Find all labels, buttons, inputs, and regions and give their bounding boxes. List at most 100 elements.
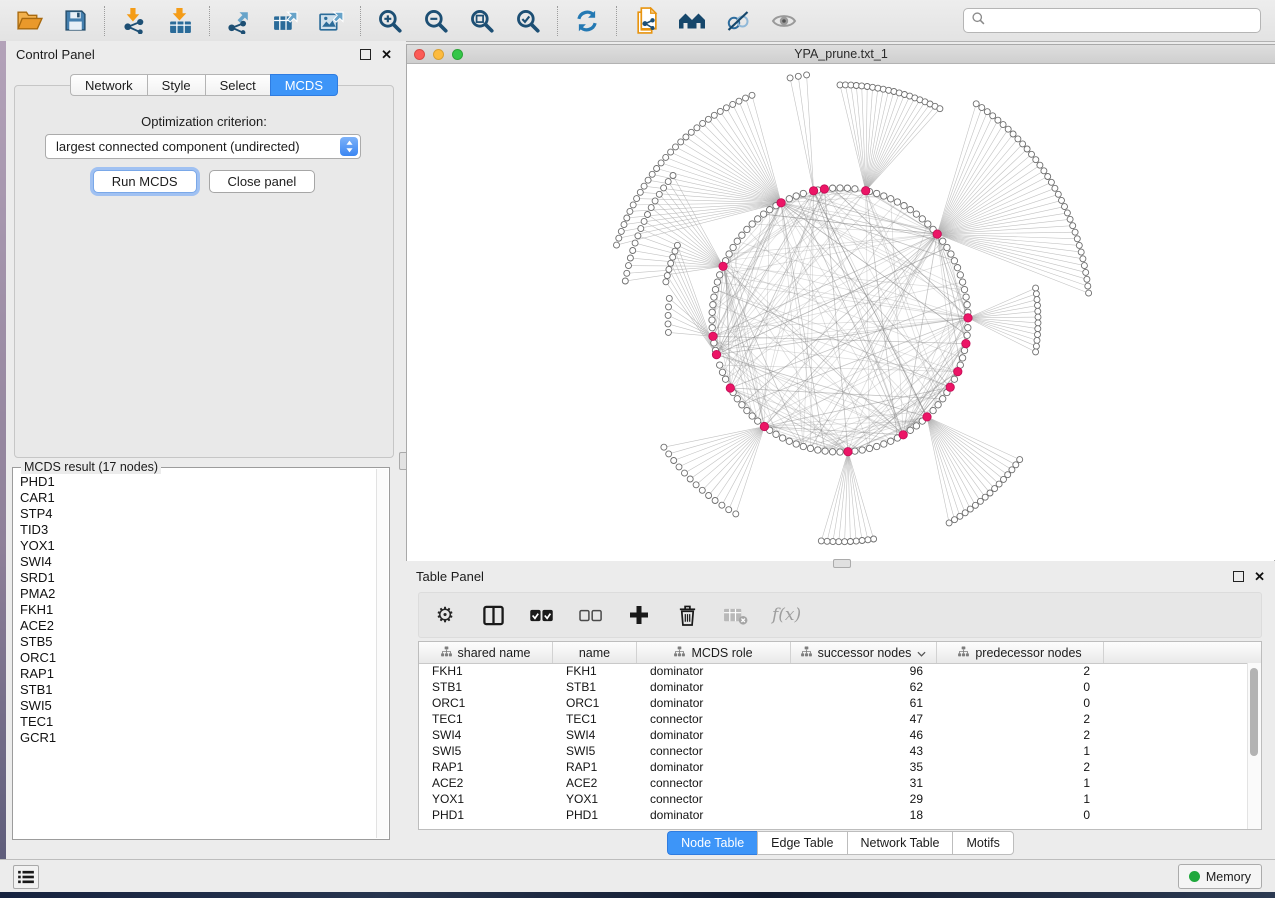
save-icon[interactable] bbox=[59, 5, 91, 37]
add-icon[interactable] bbox=[627, 601, 651, 629]
search-box[interactable] bbox=[963, 8, 1261, 33]
column-header-name[interactable]: name bbox=[553, 642, 637, 663]
float-panel-icon[interactable] bbox=[360, 49, 371, 60]
export-image-icon[interactable] bbox=[315, 5, 347, 37]
column-header-MCDS-role[interactable]: MCDS role bbox=[637, 642, 791, 663]
mcds-result-item[interactable]: SWI4 bbox=[20, 554, 377, 570]
mcds-result-item[interactable]: STB5 bbox=[20, 634, 377, 650]
close-panel-button[interactable]: Close panel bbox=[209, 170, 316, 193]
tab-network[interactable]: Network bbox=[70, 74, 147, 96]
cell: 2 bbox=[937, 664, 1104, 678]
network-window-titlebar: YPA_prune.txt_1 bbox=[407, 45, 1275, 64]
import-table-icon[interactable] bbox=[164, 5, 196, 37]
cell: connector bbox=[637, 712, 791, 726]
mcds-result-item[interactable]: PMA2 bbox=[20, 586, 377, 602]
tab-edge-table[interactable]: Edge Table bbox=[757, 831, 846, 855]
mcds-result-item[interactable]: GCR1 bbox=[20, 730, 377, 746]
cell: STB1 bbox=[419, 680, 553, 694]
task-history-button[interactable] bbox=[13, 865, 39, 889]
mcds-result-item[interactable]: RAP1 bbox=[20, 666, 377, 682]
share-document-icon[interactable] bbox=[630, 5, 662, 37]
mcds-result-item[interactable]: SRD1 bbox=[20, 570, 377, 586]
network-canvas[interactable] bbox=[407, 64, 1274, 561]
cell: 96 bbox=[791, 664, 937, 678]
zoom-selected-icon[interactable] bbox=[512, 5, 544, 37]
show-columns-icon[interactable] bbox=[481, 601, 505, 629]
table-row[interactable]: FKH1FKH1dominator962 bbox=[419, 663, 1261, 679]
settings-gear-icon[interactable]: ⚙ bbox=[433, 601, 457, 629]
cell: 43 bbox=[791, 744, 937, 758]
refresh-icon[interactable] bbox=[571, 5, 603, 37]
mcds-result-item[interactable]: STP4 bbox=[20, 506, 377, 522]
application-window: Control Panel ✕ NetworkStyleSelectMCDS O… bbox=[0, 0, 1275, 898]
tab-network-table[interactable]: Network Table bbox=[847, 831, 953, 855]
mcds-result-item[interactable]: YOX1 bbox=[20, 538, 377, 554]
dropdown-stepper-icon[interactable] bbox=[340, 137, 358, 156]
zoom-in-icon[interactable] bbox=[374, 5, 406, 37]
mcds-result-item[interactable]: SWI5 bbox=[20, 698, 377, 714]
hide-glasses-icon[interactable] bbox=[722, 5, 754, 37]
table-row[interactable]: ACE2ACE2connector311 bbox=[419, 775, 1261, 791]
table-row[interactable]: SWI4SWI4dominator462 bbox=[419, 727, 1261, 743]
delete-icon[interactable] bbox=[675, 601, 699, 629]
column-header-successor-nodes[interactable]: successor nodes bbox=[791, 642, 937, 663]
table-row[interactable]: SWI5SWI5connector431 bbox=[419, 743, 1261, 759]
toolbar-icon-groups bbox=[0, 0, 813, 41]
show-eye-icon[interactable] bbox=[768, 5, 800, 37]
table-row[interactable]: ORC1ORC1dominator610 bbox=[419, 695, 1261, 711]
run-mcds-button[interactable]: Run MCDS bbox=[93, 170, 197, 193]
table-row[interactable]: RAP1RAP1dominator352 bbox=[419, 759, 1261, 775]
cell: PHD1 bbox=[419, 808, 553, 822]
cell: 18 bbox=[791, 808, 937, 822]
mcds-list-scrollbar[interactable] bbox=[376, 469, 388, 838]
group-houses-icon[interactable] bbox=[676, 5, 708, 37]
control-panel-title: Control Panel bbox=[16, 47, 95, 62]
table-row[interactable]: TEC1TEC1connector472 bbox=[419, 711, 1261, 727]
float-panel-icon[interactable] bbox=[1233, 571, 1244, 582]
close-panel-icon[interactable]: ✕ bbox=[381, 48, 392, 61]
control-panel: Control Panel ✕ NetworkStyleSelectMCDS O… bbox=[6, 41, 403, 860]
import-network-icon[interactable] bbox=[118, 5, 150, 37]
mcds-result-item[interactable]: CAR1 bbox=[20, 490, 377, 506]
cell: 2 bbox=[937, 728, 1104, 742]
mcds-result-item[interactable]: TEC1 bbox=[20, 714, 377, 730]
tab-select[interactable]: Select bbox=[205, 74, 270, 96]
table-row[interactable]: STB1STB1dominator620 bbox=[419, 679, 1261, 695]
close-panel-icon[interactable]: ✕ bbox=[1254, 570, 1265, 583]
table-row[interactable]: YOX1YOX1connector291 bbox=[419, 791, 1261, 807]
mcds-result-item[interactable]: TID3 bbox=[20, 522, 377, 538]
column-header-predecessor-nodes[interactable]: predecessor nodes bbox=[937, 642, 1104, 663]
zoom-out-icon[interactable] bbox=[420, 5, 452, 37]
mcds-result-item[interactable]: FKH1 bbox=[20, 602, 377, 618]
mcds-result-item[interactable]: STB1 bbox=[20, 682, 377, 698]
scrollbar-thumb[interactable] bbox=[1250, 668, 1258, 756]
column-label: shared name bbox=[458, 646, 531, 660]
mcds-result-list[interactable]: PHD1CAR1STP4TID3YOX1SWI4SRD1PMA2FKH1ACE2… bbox=[13, 470, 377, 839]
mcds-result-item[interactable]: PHD1 bbox=[20, 474, 377, 490]
tab-mcds[interactable]: MCDS bbox=[270, 74, 338, 96]
export-table-icon[interactable] bbox=[269, 5, 301, 37]
memory-label: Memory bbox=[1206, 870, 1251, 884]
optimization-criterion-dropdown[interactable]: largest connected component (undirected) bbox=[45, 134, 361, 159]
table-scrollbar[interactable] bbox=[1247, 663, 1261, 829]
splitter-handle[interactable] bbox=[833, 559, 851, 568]
cell: STB1 bbox=[553, 680, 637, 694]
mcds-result-item[interactable]: ACE2 bbox=[20, 618, 377, 634]
export-network-icon[interactable] bbox=[223, 5, 255, 37]
zoom-fit-icon[interactable] bbox=[466, 5, 498, 37]
tab-motifs[interactable]: Motifs bbox=[952, 831, 1013, 855]
search-input[interactable] bbox=[991, 12, 1253, 29]
memory-status-icon bbox=[1189, 871, 1200, 882]
table-row[interactable]: PHD1PHD1dominator180 bbox=[419, 807, 1261, 823]
mcds-result-item[interactable]: ORC1 bbox=[20, 650, 377, 666]
tab-style[interactable]: Style bbox=[147, 74, 205, 96]
cell: connector bbox=[637, 792, 791, 806]
tab-node-table[interactable]: Node Table bbox=[667, 831, 757, 855]
column-header-shared-name[interactable]: shared name bbox=[419, 642, 553, 663]
cell: SWI5 bbox=[553, 744, 637, 758]
memory-button[interactable]: Memory bbox=[1178, 864, 1262, 889]
cell: dominator bbox=[637, 664, 791, 678]
deselect-all-icon[interactable] bbox=[578, 601, 603, 629]
open-file-icon[interactable] bbox=[13, 5, 45, 37]
select-all-icon[interactable] bbox=[529, 601, 554, 629]
